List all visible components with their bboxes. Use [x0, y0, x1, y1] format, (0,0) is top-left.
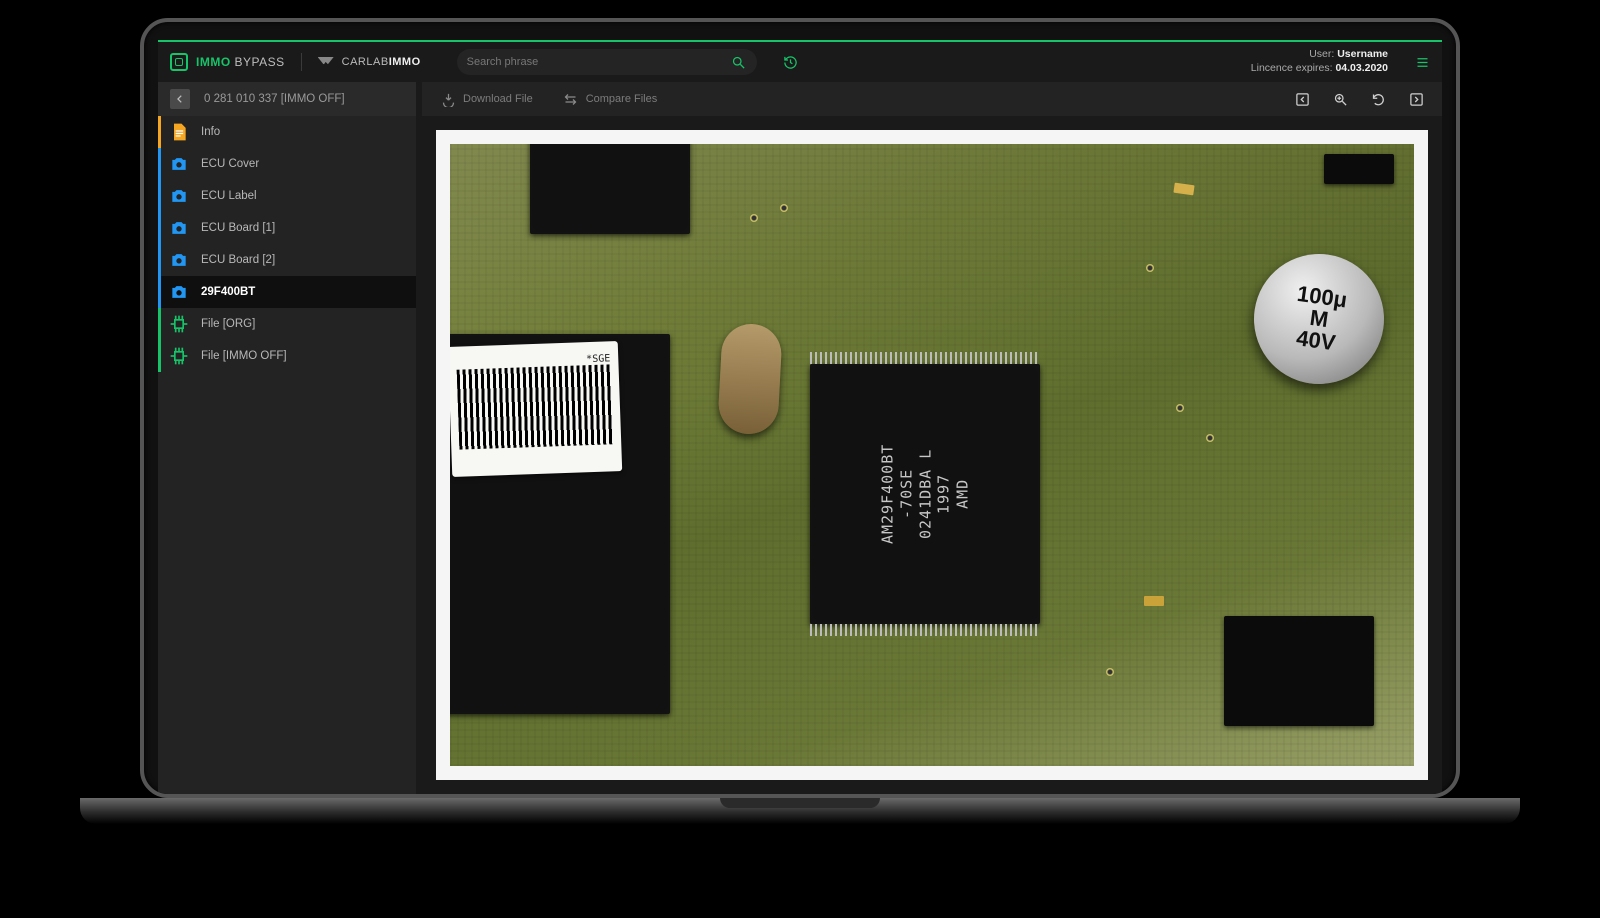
barcode-sticker: *SGE: [450, 341, 622, 477]
toolbar-label: Compare Files: [586, 93, 658, 105]
capacitor-marking: 100μ M 40V: [1290, 283, 1349, 355]
brand-bypass: BYPASS: [235, 55, 285, 69]
brand-immobypass[interactable]: IMMO BYPASS: [170, 53, 302, 71]
toolbar-label: Download File: [463, 93, 533, 105]
electrolytic-capacitor: 100μ M 40V: [1246, 246, 1393, 393]
sidebar-item-ecu-cover[interactable]: ECU Cover: [158, 148, 416, 180]
search-box[interactable]: [457, 49, 757, 75]
smd-component: [1173, 183, 1194, 196]
sidebar-item-label: 29F400BT: [201, 286, 255, 298]
brand-immo: IMMO: [196, 55, 231, 69]
sidebar-item-label: ECU Label: [201, 190, 257, 202]
chip-am29f400bt: AM29F400BT -70SE 0241DBA L 1997 AMD: [810, 364, 1040, 624]
viewer-toolbar: Download File Compare Files: [422, 82, 1442, 116]
main-panel: Download File Compare Files: [422, 82, 1442, 794]
zoom-icon[interactable]: [1332, 91, 1348, 107]
download-icon: [440, 91, 456, 107]
laptop-base: [80, 798, 1520, 824]
viewer-controls: [1294, 91, 1424, 107]
licence-date: 04.03.2020: [1335, 62, 1388, 74]
licence-label: Lincence expires:: [1251, 62, 1333, 74]
brand2-a: CARLAB: [342, 56, 389, 68]
sidebar-item-info[interactable]: Info: [158, 116, 416, 148]
pcb-via: [750, 214, 758, 222]
chip-icon: [169, 314, 189, 334]
app-body: 0 281 010 337 [IMMO OFF] Info ECU Cover: [158, 82, 1442, 794]
history-icon[interactable]: [783, 54, 799, 70]
compare-files-button[interactable]: Compare Files: [563, 91, 658, 107]
sidebar-item-label: ECU Board [1]: [201, 222, 275, 234]
sidebar-item-label: File [ORG]: [201, 318, 255, 330]
search-input[interactable]: [467, 56, 723, 68]
sidebar-item-label: Info: [201, 126, 220, 138]
app-window: IMMO BYPASS CARLABIMMO: [158, 40, 1442, 794]
pcb-via: [1146, 264, 1154, 272]
sidebar-item-ecu-board-1[interactable]: ECU Board [1]: [158, 212, 416, 244]
breadcrumb-title: 0 281 010 337 [IMMO OFF]: [204, 93, 345, 105]
sidebar-item-ecu-label[interactable]: ECU Label: [158, 180, 416, 212]
pcb-via: [780, 204, 788, 212]
barcode: [457, 364, 614, 449]
laptop-mockup: IMMO BYPASS CARLABIMMO: [140, 18, 1460, 874]
sidebar: 0 281 010 337 [IMMO OFF] Info ECU Cover: [158, 82, 422, 794]
camera-icon: [169, 282, 189, 302]
sidebar-item-file-immo-off[interactable]: File [IMMO OFF]: [158, 340, 416, 372]
download-file-button[interactable]: Download File: [440, 91, 533, 107]
laptop-shadow: [0, 824, 1600, 874]
chip-bottom-right: [1224, 616, 1374, 726]
logo-icon: [170, 53, 188, 71]
username: Username: [1337, 48, 1388, 60]
sidebar-item-label: File [IMMO OFF]: [201, 350, 287, 362]
document-icon: [169, 122, 189, 142]
chip-top-right: [1324, 154, 1394, 184]
menu-icon[interactable]: [1414, 54, 1430, 70]
diamond-icon: [318, 57, 334, 67]
licence-line: Lincence expires: 04.03.2020: [1251, 62, 1388, 76]
sidebar-item-label: ECU Board [2]: [201, 254, 275, 266]
user-label: User:: [1309, 48, 1334, 60]
breadcrumb: 0 281 010 337 [IMMO OFF]: [158, 82, 416, 116]
pcb-photo: *SGE AM29F400BT -70SE 0241DBA L 1997 AMD…: [450, 144, 1414, 766]
undo-icon[interactable]: [1370, 91, 1386, 107]
next-image-icon[interactable]: [1408, 91, 1424, 107]
screen-bezel: IMMO BYPASS CARLABIMMO: [140, 18, 1460, 798]
topbar: IMMO BYPASS CARLABIMMO: [158, 42, 1442, 82]
chip-qfp-top: [530, 144, 690, 234]
user-block: User: Username Lincence expires: 04.03.2…: [1251, 48, 1388, 75]
chip-marking: AM29F400BT -70SE 0241DBA L 1997 AMD: [878, 444, 972, 544]
image-frame: *SGE AM29F400BT -70SE 0241DBA L 1997 AMD…: [436, 130, 1428, 780]
brand2-b: IMMO: [389, 56, 421, 68]
chip-icon: [169, 346, 189, 366]
pcb-via: [1176, 404, 1184, 412]
prev-image-icon[interactable]: [1294, 91, 1310, 107]
sidebar-item-label: ECU Cover: [201, 158, 259, 170]
smd-component: [1144, 596, 1164, 606]
pcb-via: [1106, 668, 1114, 676]
sidebar-item-file-org[interactable]: File [ORG]: [158, 308, 416, 340]
camera-icon: [169, 218, 189, 238]
camera-icon: [169, 250, 189, 270]
image-viewer: *SGE AM29F400BT -70SE 0241DBA L 1997 AMD…: [422, 116, 1442, 794]
pcb-via: [1206, 434, 1214, 442]
sidebar-item-29f400bt[interactable]: 29F400BT: [158, 276, 416, 308]
crystal-oscillator: [717, 323, 783, 436]
user-line: User: Username: [1251, 48, 1388, 62]
sidebar-item-ecu-board-2[interactable]: ECU Board [2]: [158, 244, 416, 276]
compare-icon: [563, 91, 579, 107]
brand2-text: CARLABIMMO: [342, 56, 421, 68]
brand-carlabimmo[interactable]: CARLABIMMO: [314, 56, 421, 68]
back-button[interactable]: [170, 89, 190, 109]
camera-icon: [169, 154, 189, 174]
brand-text: IMMO BYPASS: [196, 55, 285, 69]
camera-icon: [169, 186, 189, 206]
search-icon[interactable]: [731, 54, 747, 70]
